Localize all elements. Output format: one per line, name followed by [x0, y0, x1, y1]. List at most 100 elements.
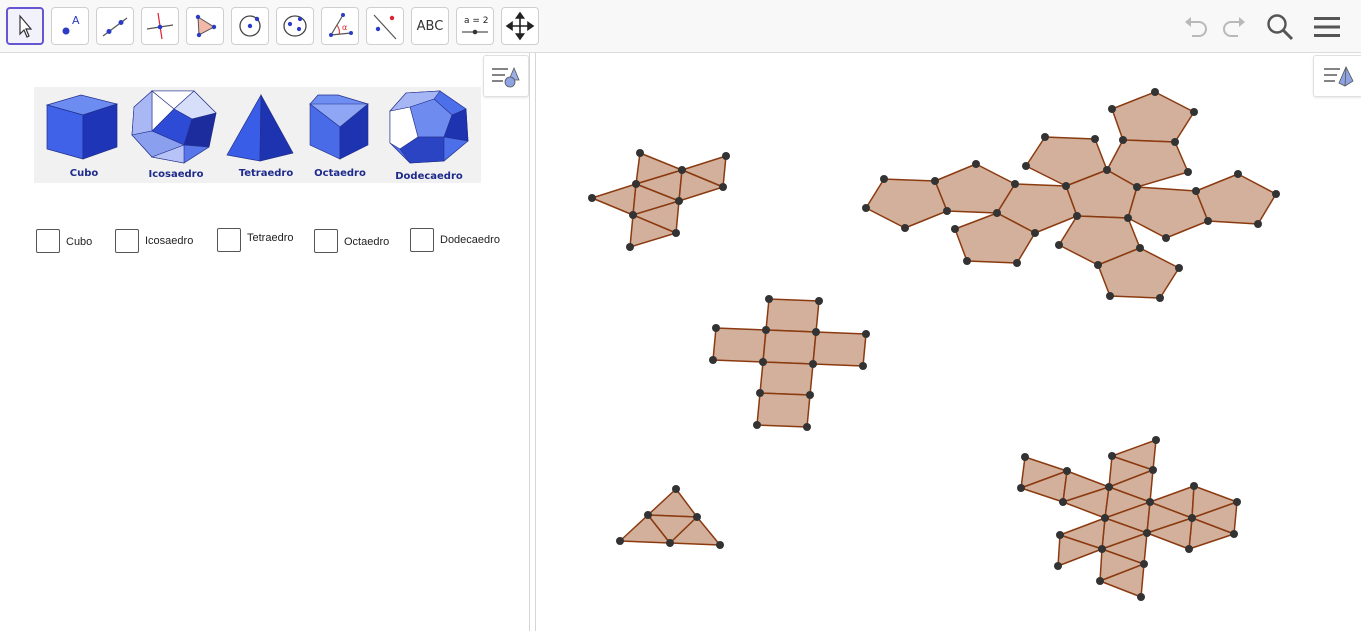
- octahedron-net-vertex[interactable]: [636, 149, 644, 157]
- octahedron-net-vertex[interactable]: [722, 152, 730, 160]
- icosahedron-net-vertex[interactable]: [1140, 560, 1148, 568]
- dodecahedron-net-face[interactable]: [865, 178, 948, 229]
- view-divider[interactable]: [529, 53, 536, 631]
- line-tool-button[interactable]: [96, 7, 134, 45]
- octahedron-net-vertex[interactable]: [588, 194, 596, 202]
- cube-net-vertex[interactable]: [803, 423, 811, 431]
- tetrahedron-net-vertex[interactable]: [716, 541, 724, 549]
- octahedron-net-vertex[interactable]: [678, 166, 686, 174]
- dodecahedron-net-vertex[interactable]: [1091, 135, 1099, 143]
- cube-net-vertex[interactable]: [859, 362, 867, 370]
- dodecahedron-net-vertex[interactable]: [1204, 217, 1212, 225]
- cube-net-vertex[interactable]: [753, 421, 761, 429]
- icosahedron-net-vertex[interactable]: [1230, 530, 1238, 538]
- checkbox-box[interactable]: [36, 229, 60, 253]
- cube-net-vertex[interactable]: [806, 391, 814, 399]
- icosahedron-net-vertex[interactable]: [1143, 529, 1151, 537]
- dodecahedron-net-vertex[interactable]: [1119, 136, 1127, 144]
- graphics-canvas[interactable]: [536, 53, 1361, 631]
- dodecahedron-net-vertex[interactable]: [1094, 261, 1102, 269]
- perpendicular-tool-button[interactable]: [141, 7, 179, 45]
- algebra-style-bar-button[interactable]: [483, 55, 529, 97]
- cube-net-vertex[interactable]: [765, 295, 773, 303]
- octahedron-net-vertex[interactable]: [632, 180, 640, 188]
- icosahedron-net-vertex[interactable]: [1096, 577, 1104, 585]
- dodecahedron-net-vertex[interactable]: [931, 177, 939, 185]
- dodecahedron-net-vertex[interactable]: [880, 175, 888, 183]
- checkbox-cubo[interactable]: Cubo: [36, 229, 92, 253]
- icosahedron-net-vertex[interactable]: [1059, 498, 1067, 506]
- octahedron-net-face[interactable]: [591, 183, 637, 216]
- dodecahedron-net-vertex[interactable]: [1171, 138, 1179, 146]
- dodecahedron-net-vertex[interactable]: [1062, 182, 1070, 190]
- ellipse-tool-button[interactable]: [276, 7, 314, 45]
- move-graphics-tool-button[interactable]: [501, 7, 539, 45]
- dodecahedron-net-vertex[interactable]: [1124, 214, 1132, 222]
- cube-net-vertex[interactable]: [862, 330, 870, 338]
- icosahedron-net-vertex[interactable]: [1152, 436, 1160, 444]
- icosahedron-net-vertex[interactable]: [1054, 562, 1062, 570]
- dodecahedron-net-vertex[interactable]: [1254, 220, 1262, 228]
- tetrahedron-net-vertex[interactable]: [616, 537, 624, 545]
- dodecahedron-net-vertex[interactable]: [1011, 180, 1019, 188]
- checkbox-box[interactable]: [314, 229, 338, 253]
- dodecahedron-net-vertex[interactable]: [1133, 183, 1141, 191]
- octahedron-net-vertex[interactable]: [675, 197, 683, 205]
- search-button[interactable]: [1263, 10, 1297, 44]
- cube-net-face[interactable]: [812, 331, 867, 367]
- icosahedron-net-vertex[interactable]: [1017, 484, 1025, 492]
- dodecahedron-net-vertex[interactable]: [943, 207, 951, 215]
- circle-tool-button[interactable]: [231, 7, 269, 45]
- cube-net-vertex[interactable]: [812, 328, 820, 336]
- dodecahedron-net-vertex[interactable]: [1184, 168, 1192, 176]
- dodecahedron-net-vertex[interactable]: [1073, 212, 1081, 220]
- undo-button[interactable]: [1180, 10, 1214, 44]
- dodecahedron-net-face[interactable]: [1195, 173, 1277, 225]
- icosahedron-net-vertex[interactable]: [1137, 593, 1145, 601]
- cube-net-face[interactable]: [765, 298, 820, 333]
- cube-net-vertex[interactable]: [762, 326, 770, 334]
- icosahedron-net-vertex[interactable]: [1101, 514, 1109, 522]
- cube-net-face[interactable]: [762, 329, 817, 365]
- cube-net-vertex[interactable]: [809, 360, 817, 368]
- cube-net-face[interactable]: [756, 392, 811, 428]
- dodecahedron-net-vertex[interactable]: [1151, 88, 1159, 96]
- icosahedron-net-vertex[interactable]: [1185, 545, 1193, 553]
- main-menu-button[interactable]: [1310, 10, 1344, 44]
- angle-tool-button[interactable]: α: [321, 7, 359, 45]
- dodecahedron-net-vertex[interactable]: [1136, 244, 1144, 252]
- dodecahedron-net-vertex[interactable]: [1272, 190, 1280, 198]
- octahedron-net-vertex[interactable]: [629, 211, 637, 219]
- dodecahedron-net-vertex[interactable]: [1106, 292, 1114, 300]
- icosahedron-net-vertex[interactable]: [1105, 483, 1113, 491]
- icosahedron-net-vertex[interactable]: [1190, 482, 1198, 490]
- icosahedron-net-vertex[interactable]: [1146, 498, 1154, 506]
- cube-net-vertex[interactable]: [712, 324, 720, 332]
- dodecahedron-net-vertex[interactable]: [1103, 166, 1111, 174]
- checkbox-tetraedro[interactable]: Tetraedro: [217, 228, 293, 252]
- cube-net-face[interactable]: [712, 327, 767, 363]
- point-tool-button[interactable]: A: [51, 7, 89, 45]
- slider-tool-button[interactable]: a = 2: [456, 7, 494, 45]
- dodecahedron-net-vertex[interactable]: [1041, 133, 1049, 141]
- dodecahedron-net-vertex[interactable]: [1055, 241, 1063, 249]
- checkbox-octaedro[interactable]: Octaedro: [314, 229, 389, 253]
- dodecahedron-net-vertex[interactable]: [862, 204, 870, 212]
- checkbox-box[interactable]: [217, 228, 241, 252]
- cube-net-vertex[interactable]: [759, 358, 767, 366]
- tetrahedron-net-vertex[interactable]: [693, 513, 701, 521]
- dodecahedron-net-vertex[interactable]: [1108, 105, 1116, 113]
- dodecahedron-net-vertex[interactable]: [1022, 162, 1030, 170]
- icosahedron-net-vertex[interactable]: [1233, 498, 1241, 506]
- cube-net-vertex[interactable]: [709, 356, 717, 364]
- cube-net-face[interactable]: [759, 361, 814, 396]
- icosahedron-net-vertex[interactable]: [1188, 514, 1196, 522]
- dodecahedron-net-vertex[interactable]: [1192, 187, 1200, 195]
- octahedron-net-vertex[interactable]: [719, 183, 727, 191]
- dodecahedron-net-face[interactable]: [1111, 91, 1195, 143]
- icosahedron-net-vertex[interactable]: [1108, 452, 1116, 460]
- dodecahedron-net-vertex[interactable]: [1234, 170, 1242, 178]
- dodecahedron-net-vertex[interactable]: [993, 209, 1001, 217]
- graphics-style-bar-button[interactable]: [1313, 55, 1361, 97]
- dodecahedron-net-vertex[interactable]: [901, 224, 909, 232]
